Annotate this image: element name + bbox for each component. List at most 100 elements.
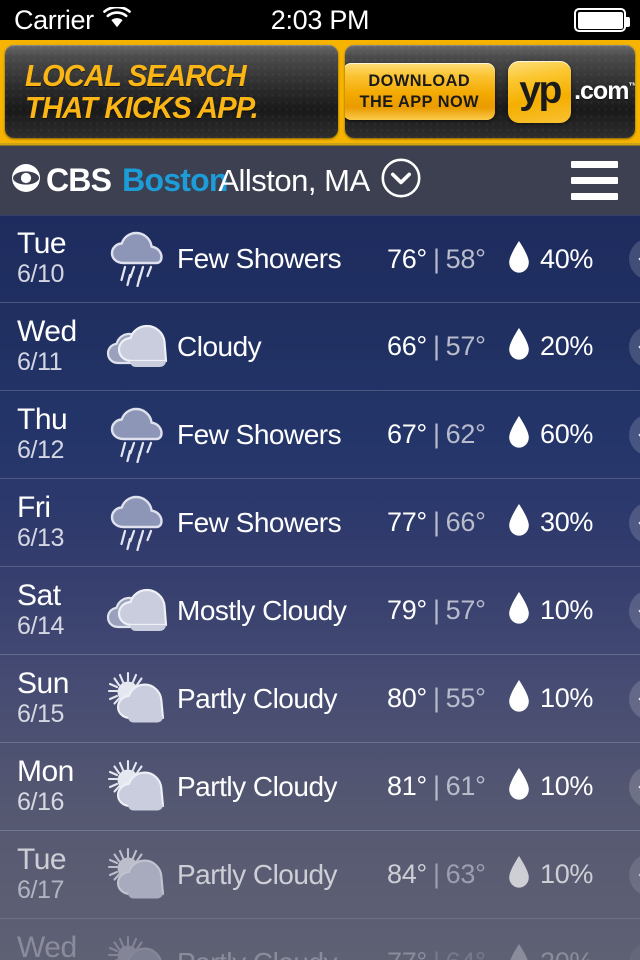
temp-separator: | — [432, 771, 440, 801]
forecast-precipitation: 20% — [507, 943, 625, 960]
temp-separator: | — [433, 947, 440, 960]
forecast-day-date: 6/13 — [17, 523, 65, 552]
forecast-add-cell — [625, 589, 640, 632]
yp-logo-suffix: .com™ — [574, 77, 635, 106]
forecast-add-cell — [625, 501, 640, 544]
forecast-day-name: Sat — [17, 578, 61, 612]
forecast-high-temp: 79° — [387, 595, 427, 625]
water-droplet-icon — [507, 591, 531, 630]
forecast-day-column: Thu 6/12 — [17, 402, 99, 466]
brand-logo[interactable]: CBS Boston — [0, 160, 228, 201]
forecast-high-temp: 80° — [387, 683, 427, 713]
daily-forecast-list[interactable]: Tue 6/10 Few Showers 76° | 58° 40% Wed 6/11 Cloud… — [0, 215, 640, 960]
forecast-precipitation: 10% — [507, 679, 625, 718]
forecast-day-column: Wed6/18 — [17, 931, 99, 960]
yp-logo[interactable]: yp .com™ — [508, 60, 635, 123]
forecast-low-temp: 63° — [445, 859, 486, 889]
forecast-add-cell — [625, 853, 640, 896]
water-droplet-icon — [507, 503, 531, 542]
forecast-day-column: Tue 6/10 — [17, 228, 99, 290]
forecast-temperature-range: 76° | 58° — [387, 244, 507, 275]
forecast-add-cell — [625, 413, 640, 456]
forecast-temperature-range: 67° | 62° — [387, 419, 507, 450]
forecast-precipitation-percent: 10% — [540, 771, 594, 801]
forecast-condition-label: Cloudy — [177, 330, 262, 362]
forecast-row[interactable]: Fri 6/13 Few Showers 77° | 66° 30% — [0, 479, 640, 567]
hamburger-menu-icon[interactable] — [571, 161, 618, 200]
forecast-precipitation-percent: 20% — [540, 947, 593, 960]
forecast-row[interactable]: Tue 6/17 Partly Cloudy 84° | 63° 10% — [0, 831, 640, 919]
add-to-favorites-button[interactable] — [629, 413, 640, 456]
add-to-favorites-button[interactable] — [629, 765, 640, 808]
forecast-row[interactable]: Sat 6/14 Mostly Cloudy 79° | 57° 10% — [0, 567, 640, 655]
forecast-temperature-range: 77° | 66° — [387, 507, 507, 538]
hamburger-bar-2 — [571, 177, 618, 184]
partly-cloudy-icon — [99, 847, 175, 903]
wifi-icon — [102, 5, 131, 33]
forecast-day-name: Thu — [17, 402, 68, 436]
yp-logo-badge: yp — [508, 60, 572, 123]
forecast-row[interactable]: Sun 6/15 Partly Cloudy 80° | 55° 10% — [0, 655, 640, 743]
water-droplet-icon — [507, 767, 531, 806]
forecast-temperature-range: 77° | 64° — [387, 947, 507, 960]
chevron-down-circle-icon[interactable] — [380, 157, 422, 204]
forecast-precipitation-percent: 10% — [540, 859, 594, 889]
status-bar: Carrier 2:03 PM — [0, 0, 640, 40]
forecast-precipitation-percent: 30% — [540, 507, 594, 537]
forecast-temperature-range: 81° | 61° — [387, 771, 507, 802]
forecast-precipitation-percent: 20% — [540, 331, 594, 361]
forecast-day-name: Fri — [17, 490, 51, 524]
yp-trademark-icon: ™ — [628, 81, 635, 93]
forecast-row[interactable]: Wed 6/11 Cloudy 66° | 57° 20% — [0, 303, 640, 391]
forecast-low-temp: 61° — [445, 771, 486, 801]
forecast-add-cell — [625, 238, 640, 280]
battery-icon — [574, 8, 630, 32]
forecast-precipitation-percent: 40% — [540, 243, 594, 274]
forecast-temperature-range: 66° | 57° — [387, 331, 507, 362]
advertisement-banner[interactable]: LOCAL SEARCH THAT KICKS APP. DOWNLOAD TH… — [0, 40, 640, 145]
forecast-day-column: Fri 6/13 — [17, 490, 99, 554]
forecast-condition-label: Few Showers — [177, 418, 342, 450]
brand-network-label: CBS — [46, 162, 112, 198]
add-to-favorites-button[interactable] — [629, 238, 640, 280]
water-droplet-icon — [507, 679, 531, 718]
download-app-button[interactable]: DOWNLOAD THE APP NOW — [345, 62, 496, 121]
forecast-high-temp: 67° — [387, 419, 427, 449]
forecast-day-column: Sun 6/15 — [17, 667, 99, 730]
mostly-cloudy-icon — [99, 584, 175, 638]
download-button-line-2: THE APP NOW — [359, 92, 479, 111]
forecast-row[interactable]: Tue 6/10 Few Showers 76° | 58° 40% — [0, 215, 640, 303]
forecast-low-temp: 55° — [445, 683, 486, 713]
brand-city-label: Boston — [122, 162, 228, 198]
forecast-condition-label: Partly Cloudy — [177, 682, 338, 714]
water-droplet-icon — [507, 240, 531, 279]
add-to-favorites-button[interactable] — [629, 677, 640, 720]
download-button-line-1: DOWNLOAD — [367, 70, 470, 90]
forecast-row[interactable]: Thu 6/12 Few Showers 67° | 62° 60% — [0, 391, 640, 479]
temp-separator: | — [432, 243, 440, 274]
add-to-favorites-button[interactable] — [629, 853, 640, 896]
forecast-precipitation: 30% — [507, 503, 625, 542]
forecast-row[interactable]: Wed6/18 Partly Cloudy77° | 64° 20% — [0, 919, 640, 960]
current-location-label[interactable]: Allston, MA — [218, 163, 370, 199]
hamburger-bar-1 — [571, 161, 618, 168]
forecast-low-temp: 58° — [445, 243, 486, 274]
add-to-favorites-button[interactable] — [629, 589, 640, 632]
ad-headline-panel[interactable]: LOCAL SEARCH THAT KICKS APP. — [5, 45, 338, 138]
add-to-favorites-button[interactable] — [629, 501, 640, 544]
add-to-favorites-button[interactable] — [629, 941, 640, 960]
hamburger-bar-3 — [571, 193, 618, 200]
water-droplet-icon — [507, 855, 531, 894]
forecast-day-column: Mon 6/16 — [17, 755, 99, 818]
carrier-label: Carrier — [14, 4, 94, 35]
ad-cta-panel[interactable]: DOWNLOAD THE APP NOW yp .com™ — [345, 45, 635, 138]
forecast-day-date: 6/12 — [17, 435, 65, 464]
forecast-row[interactable]: Mon 6/16 Partly Cloudy 81° | 61° 10% — [0, 743, 640, 831]
forecast-precipitation-percent: 60% — [540, 419, 594, 449]
add-to-favorites-button[interactable] — [629, 325, 640, 368]
partly-cloudy-icon — [99, 671, 175, 727]
status-bar-left: Carrier — [14, 5, 131, 36]
cbs-eye-icon — [8, 160, 44, 201]
partly-cloudy-icon — [99, 759, 175, 815]
forecast-add-cell — [625, 941, 640, 960]
